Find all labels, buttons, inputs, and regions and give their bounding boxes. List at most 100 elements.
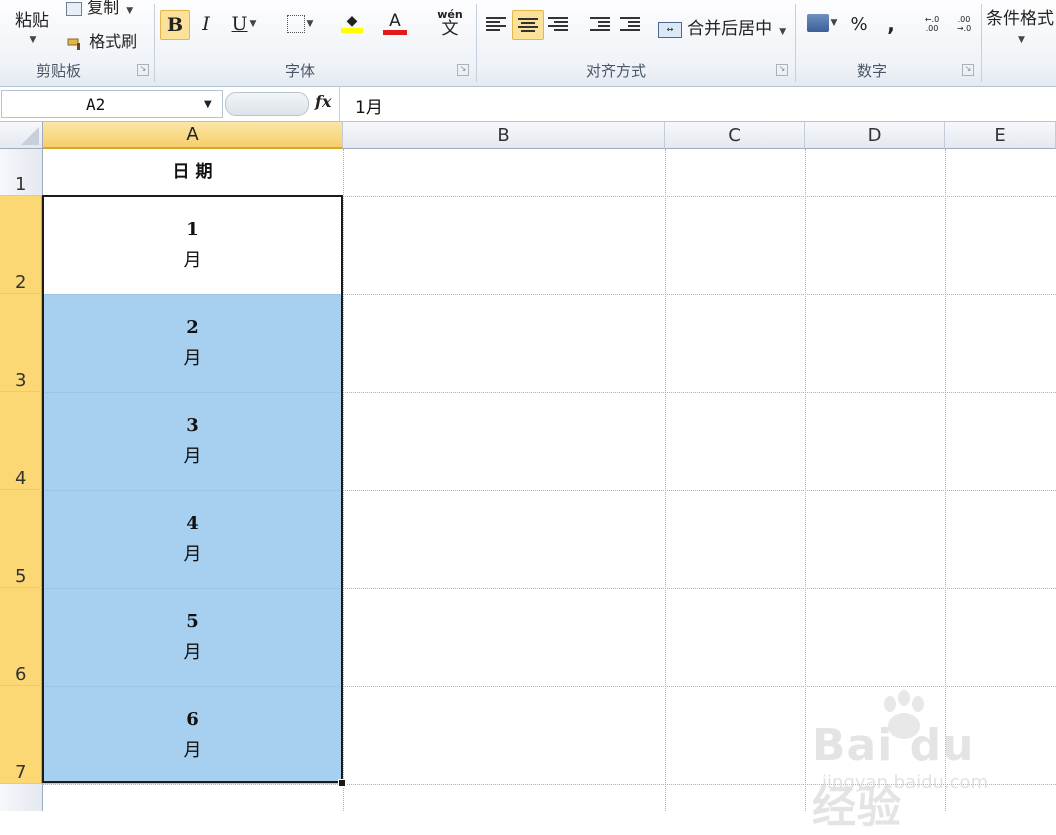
- format-painter-button[interactable]: 格式刷: [66, 28, 137, 52]
- row-header-7[interactable]: 7: [0, 686, 43, 784]
- column-header-a[interactable]: A: [43, 122, 343, 149]
- merge-center-button[interactable]: ↔ 合并后居中 ▼: [658, 14, 786, 39]
- column-header-d[interactable]: D: [805, 122, 945, 149]
- row-header-2[interactable]: 2: [0, 196, 43, 294]
- align-right-button[interactable]: [544, 10, 572, 38]
- cell-unit: 月: [183, 740, 202, 761]
- font-launcher-icon[interactable]: ↘: [457, 64, 469, 76]
- clipboard-launcher-icon[interactable]: ↘: [137, 64, 149, 76]
- gridline: [43, 196, 1056, 197]
- increase-decimal-button[interactable]: ←.0 .00: [916, 10, 948, 38]
- percent-label: %: [850, 13, 868, 35]
- italic-label: I: [202, 13, 210, 35]
- gridline: [43, 490, 1056, 491]
- comma-button[interactable]: ,: [878, 10, 904, 38]
- cell-a4[interactable]: 3 月: [43, 392, 342, 490]
- chevron-down-icon: ▼: [126, 6, 134, 16]
- row-header-4[interactable]: 4: [0, 392, 43, 490]
- name-box[interactable]: A2 ▼: [1, 90, 223, 118]
- group-separator: [154, 4, 155, 82]
- copy-button[interactable]: 复制 ▼: [66, 0, 133, 18]
- cell-a5[interactable]: 4 月: [43, 490, 342, 588]
- alignment-launcher-icon[interactable]: ↘: [776, 64, 788, 76]
- paste-button[interactable]: 粘贴 ▼: [8, 2, 56, 48]
- font-color-button[interactable]: A: [374, 8, 416, 38]
- column-label: B: [497, 124, 510, 146]
- percent-button[interactable]: %: [846, 10, 872, 38]
- row-header-5[interactable]: 5: [0, 490, 43, 588]
- bold-button[interactable]: B: [160, 10, 190, 40]
- formula-bar-splitter[interactable]: [225, 92, 309, 116]
- column-label: E: [994, 124, 1006, 146]
- gridline: [43, 588, 1056, 589]
- column-header-e[interactable]: E: [945, 122, 1056, 149]
- decrease-indent-button[interactable]: [586, 10, 614, 38]
- column-header-c[interactable]: C: [665, 122, 805, 149]
- group-separator: [981, 4, 982, 82]
- align-left-icon: [486, 17, 506, 31]
- increase-indent-button[interactable]: [616, 10, 644, 38]
- row-header-1[interactable]: 1: [0, 149, 43, 196]
- column-header-b[interactable]: B: [343, 122, 665, 149]
- chevron-down-icon: ▼: [29, 34, 37, 45]
- gridline: [43, 294, 1056, 295]
- cell-number: 4: [186, 513, 199, 534]
- row-label: 3: [15, 370, 27, 391]
- accounting-format-button[interactable]: ▼: [802, 8, 842, 38]
- conditional-format-label: 条件格式: [986, 8, 1054, 29]
- cell-number: 3: [186, 415, 199, 436]
- currency-icon: [806, 14, 829, 32]
- cell-number: 2: [186, 317, 199, 338]
- underline-button[interactable]: U ▼: [224, 10, 264, 38]
- align-center-button[interactable]: [512, 10, 544, 40]
- number-launcher-icon[interactable]: ↘: [962, 64, 974, 76]
- font-color-swatch: [383, 29, 407, 35]
- cell-a1[interactable]: 日 期: [43, 149, 342, 196]
- cell-unit: 月: [183, 250, 202, 271]
- gridline: [43, 784, 1056, 785]
- fill-color-button[interactable]: ◆: [332, 8, 372, 38]
- cell-a3[interactable]: 2 月: [43, 294, 342, 392]
- insert-function-icon[interactable]: fx: [315, 92, 331, 111]
- gridline: [945, 149, 946, 811]
- align-left-button[interactable]: [482, 10, 510, 38]
- border-button[interactable]: ▼: [280, 10, 320, 38]
- chevron-down-icon: ▼: [830, 18, 838, 28]
- name-box-value: A2: [86, 95, 106, 114]
- column-label: A: [186, 124, 199, 145]
- cell-a7[interactable]: 6 月: [43, 686, 342, 784]
- row-label: 7: [15, 762, 27, 783]
- italic-button[interactable]: I: [194, 10, 218, 38]
- decrease-decimal-button[interactable]: .00 →.0: [948, 10, 980, 38]
- gridline: [43, 392, 1056, 393]
- conditional-format-button[interactable]: 条件格式 ▼: [986, 2, 1056, 46]
- gridline: [665, 149, 666, 811]
- cell-unit: 月: [183, 642, 202, 663]
- row-header-8[interactable]: [0, 784, 43, 811]
- bold-label: B: [166, 14, 184, 36]
- row-header-3[interactable]: 3: [0, 294, 43, 392]
- fill-color-swatch: [341, 27, 363, 33]
- group-separator: [795, 4, 796, 82]
- format-painter-label: 格式刷: [89, 32, 138, 51]
- paintbrush-icon: [66, 36, 84, 50]
- font-color-label: A: [389, 10, 401, 31]
- row-header-6[interactable]: 6: [0, 588, 43, 686]
- phonetic-label: wén: [437, 7, 463, 21]
- cell-unit: 月: [183, 348, 202, 369]
- cell-a2[interactable]: 1 月: [43, 196, 342, 294]
- row-label: 6: [15, 664, 27, 685]
- formula-input[interactable]: 1月: [355, 93, 383, 118]
- border-icon: [286, 15, 305, 33]
- chevron-down-icon: ▼: [306, 19, 314, 29]
- fill-handle[interactable]: [338, 779, 346, 787]
- formula-controls: fx: [225, 90, 337, 116]
- row-label: 2: [15, 272, 27, 293]
- column-label: D: [867, 124, 882, 146]
- select-all-button[interactable]: [0, 122, 43, 149]
- increase-decimal-label: ←.0 .00: [924, 15, 940, 33]
- column-label: C: [728, 124, 741, 146]
- cell-a6[interactable]: 5 月: [43, 588, 342, 686]
- chevron-down-icon[interactable]: ▼: [204, 99, 212, 110]
- phonetic-guide-button[interactable]: wén 文: [428, 6, 472, 40]
